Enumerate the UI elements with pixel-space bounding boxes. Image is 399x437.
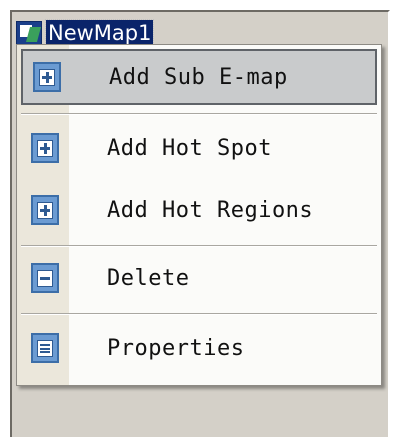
menu-item-delete[interactable]: Delete bbox=[21, 250, 377, 306]
add-page-icon bbox=[31, 133, 59, 163]
menu-item-properties[interactable]: Properties bbox=[21, 320, 377, 376]
menu-item-label: Properties bbox=[107, 335, 245, 361]
add-page-icon bbox=[33, 62, 61, 92]
properties-icon bbox=[31, 333, 59, 363]
tree-node-label[interactable]: NewMap1 bbox=[44, 19, 155, 47]
menu-item-label: Add Hot Regions bbox=[107, 197, 314, 223]
menu-item-label: Add Sub E-map bbox=[109, 64, 288, 90]
screen: NewMap1 Add Sub E-map Add Hot Spot Add H… bbox=[0, 0, 399, 437]
menu-item-add-sub-emap[interactable]: Add Sub E-map bbox=[21, 49, 377, 105]
menu-separator bbox=[21, 113, 377, 115]
add-page-icon bbox=[31, 195, 59, 225]
remove-page-icon bbox=[31, 263, 59, 293]
menu-separator bbox=[21, 245, 377, 247]
menu-item-label: Add Hot Spot bbox=[107, 135, 272, 161]
context-menu: Add Sub E-map Add Hot Spot Add Hot Regio… bbox=[16, 44, 382, 386]
menu-item-label: Delete bbox=[107, 265, 190, 291]
menu-separator bbox=[21, 313, 377, 315]
menu-item-add-hot-spot[interactable]: Add Hot Spot bbox=[21, 120, 377, 176]
emap-icon bbox=[16, 21, 42, 45]
menu-item-add-hot-regions[interactable]: Add Hot Regions bbox=[21, 182, 377, 238]
tree-node-newmap1[interactable]: NewMap1 bbox=[16, 19, 155, 47]
